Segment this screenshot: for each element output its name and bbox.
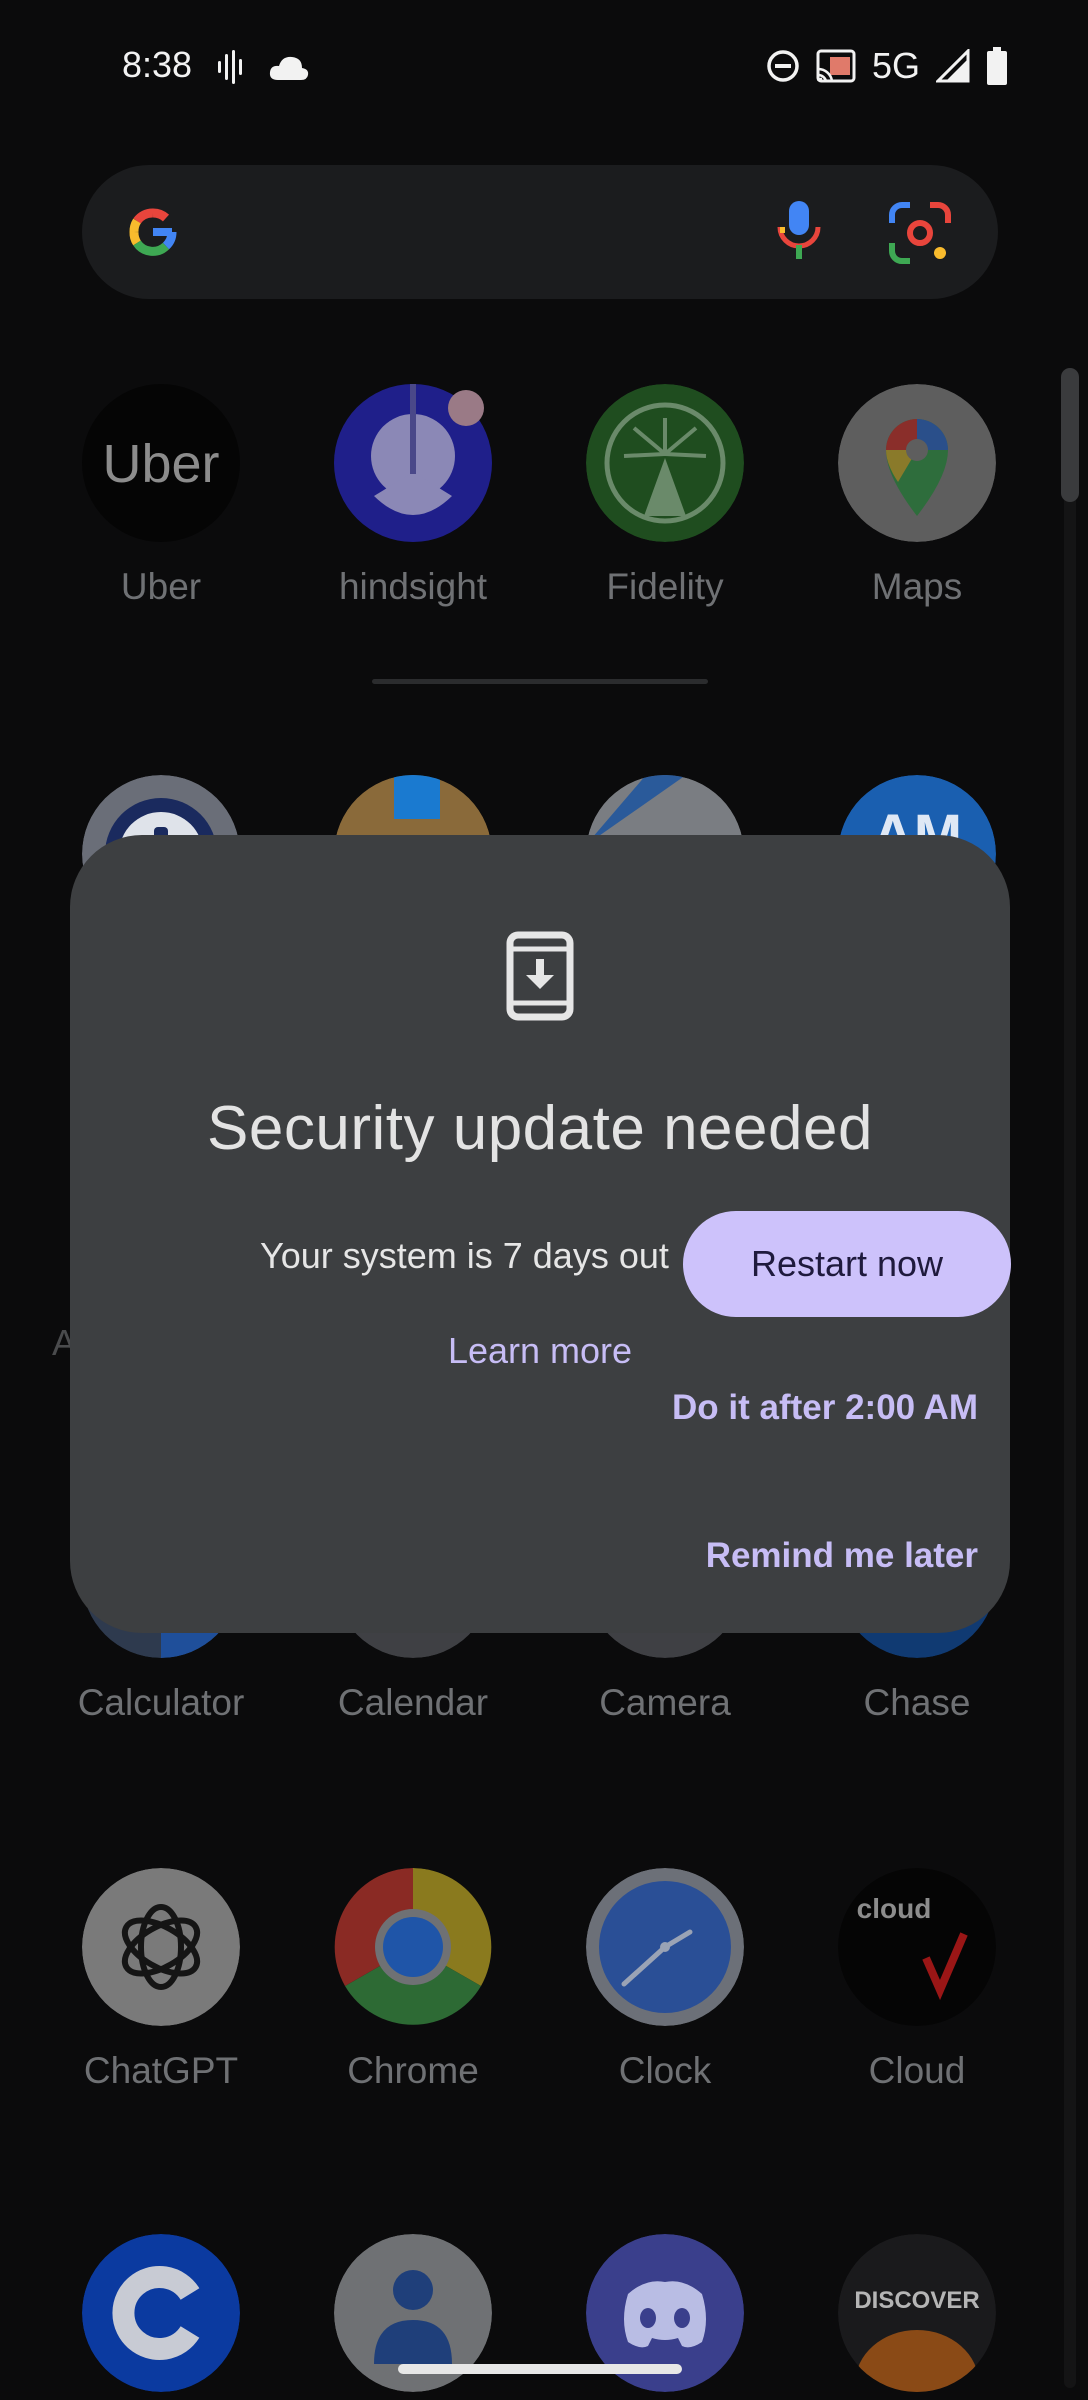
app-discover[interactable]: DISCOVER (792, 2234, 1042, 2392)
verizon-cloud-icon: cloud (838, 1868, 996, 2026)
app-hindsight[interactable]: hindsight (288, 384, 538, 608)
app-maps[interactable]: Maps (792, 384, 1042, 608)
app-label: Uber (120, 566, 202, 607)
app-chatgpt[interactable]: ChatGPT (36, 1868, 286, 2092)
app-label: Camera (599, 1682, 731, 1723)
app-label: Chrome (347, 2050, 479, 2091)
google-g-icon (129, 208, 177, 256)
fidelity-icon (586, 384, 744, 542)
gesture-navigation-handle[interactable] (398, 2364, 682, 2374)
app-label: ChatGPT (83, 2050, 239, 2091)
app-cloud[interactable]: cloud Cloud (792, 1868, 1042, 2092)
app-label: Clock (618, 2050, 712, 2091)
app-fidelity[interactable]: Fidelity (540, 384, 790, 608)
battery-icon (987, 47, 1007, 85)
app-uber[interactable]: Uber Uber (36, 384, 286, 608)
chatgpt-icon (82, 1868, 240, 2026)
learn-more-link[interactable]: Learn more (70, 1330, 1010, 1372)
app-chrome[interactable]: Chrome (288, 1868, 538, 2092)
uber-icon: Uber (82, 384, 240, 542)
voicemail-wave-icon (218, 50, 242, 84)
maps-icon (838, 384, 996, 542)
restart-now-button[interactable]: Restart now (683, 1211, 1011, 1317)
remind-me-later-button[interactable]: Remind me later (706, 1536, 978, 1576)
uber-logo-text: Uber (102, 434, 219, 494)
dialog-message: Your system is 7 days out (260, 1235, 669, 1276)
google-lens-icon[interactable] (888, 201, 952, 265)
system-update-download-icon (506, 931, 574, 1021)
app-label: hindsight (338, 566, 488, 607)
dialog-title: Security update needed (207, 1094, 873, 1163)
status-right-cluster: 5G (766, 44, 1008, 88)
app-label: Calendar (337, 1682, 489, 1723)
clock-icon (586, 1868, 744, 2026)
microphone-icon[interactable] (772, 199, 826, 267)
signal-icon (936, 49, 970, 83)
app-label: Maps (871, 566, 963, 607)
app-coinbase[interactable] (36, 2234, 286, 2392)
cast-icon (816, 49, 856, 83)
discover-icon: DISCOVER (838, 2234, 996, 2392)
scrollbar-track (1064, 368, 1076, 2388)
cloud-logo-text: cloud (857, 1893, 932, 1924)
section-divider (372, 679, 708, 684)
coinbase-icon (82, 2234, 240, 2392)
status-bar: 8:38 5G (0, 0, 1088, 136)
app-label: Fidelity (606, 566, 724, 607)
chrome-icon (334, 1868, 492, 2026)
cloud-icon (269, 56, 309, 80)
app-label: Cloud (868, 2050, 966, 2091)
app-label: Chase (863, 1682, 971, 1723)
do-not-disturb-icon (767, 50, 799, 82)
discover-logo-text: DISCOVER (854, 2287, 979, 2314)
app-clock[interactable]: Clock (540, 1868, 790, 2092)
scrollbar-thumb[interactable] (1061, 368, 1079, 502)
app-label: Calculator (77, 1682, 245, 1723)
status-time: 8:38 (122, 44, 193, 85)
do-it-later-button[interactable]: Do it after 2:00 AM (672, 1388, 978, 1428)
google-search-bar[interactable] (82, 165, 998, 299)
hindsight-icon (334, 384, 492, 542)
network-type: 5G (871, 45, 920, 86)
